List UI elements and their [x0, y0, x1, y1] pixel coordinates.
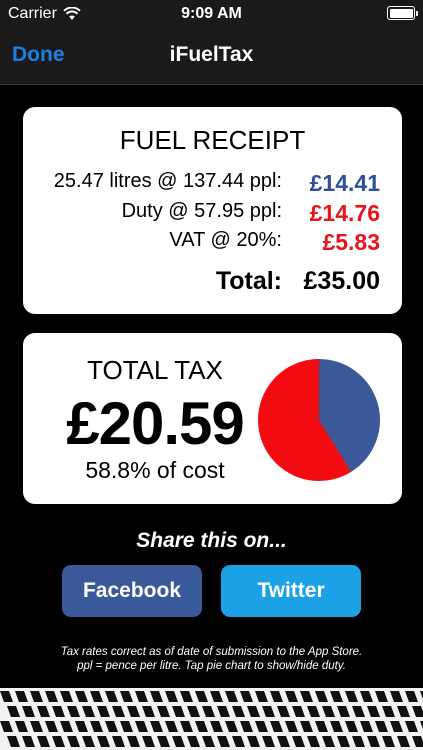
receipt-line-value: £5.83 — [322, 229, 380, 255]
receipt-line-label: Duty @ 57.95 ppl: — [121, 200, 282, 222]
receipt-line-value: £14.76 — [309, 200, 380, 226]
twitter-share-button[interactable]: Twitter — [221, 565, 361, 617]
fuel-receipt-card: FUEL RECEIPT 25.47 litres @ 137.44 ppl: … — [23, 107, 402, 314]
facebook-share-button[interactable]: Facebook — [62, 565, 202, 617]
footnote-line-2: ppl = pence per litre. Tap pie chart to … — [77, 660, 346, 672]
status-bar: Carrier 9:09 AM — [0, 0, 423, 28]
receipt-line-label: 25.47 litres @ 137.44 ppl: — [53, 170, 282, 192]
receipt-line-fuel: 25.47 litres @ 137.44 ppl: £14.41 — [23, 170, 402, 198]
navigation-bar: Done iFuelTax — [0, 28, 423, 85]
status-time: 9:09 AM — [181, 5, 242, 22]
total-tax-amount: £20.59 — [66, 390, 245, 457]
receipt-total-value: £35.00 — [303, 267, 380, 295]
receipt-total-row: Total: £35.00 — [23, 267, 402, 295]
app-title: iFuelTax — [169, 43, 254, 66]
footnote-line-1: Tax rates correct as of date of submissi… — [60, 646, 363, 658]
total-tax-card: TOTAL TAX £20.59 58.8% of cost — [23, 333, 402, 504]
total-tax-heading: TOTAL TAX — [87, 355, 223, 385]
tax-pie-chart[interactable] — [257, 358, 381, 482]
receipt-heading: FUEL RECEIPT — [119, 125, 306, 155]
receipt-line-label: VAT @ 20%: — [169, 229, 282, 251]
receipt-line-vat: VAT @ 20%: £5.83 — [23, 229, 402, 257]
tax-percent-of-cost: 58.8% of cost — [85, 457, 225, 483]
share-title: Share this on... — [136, 529, 287, 552]
receipt-total-label: Total: — [215, 267, 282, 295]
receipt-line-value: £14.41 — [309, 170, 380, 196]
tyre-tread-decoration — [0, 688, 423, 750]
footnote: Tax rates correct as of date of submissi… — [20, 645, 403, 673]
battery-icon — [387, 6, 418, 20]
receipt-line-duty: Duty @ 57.95 ppl: £14.76 — [23, 200, 402, 228]
